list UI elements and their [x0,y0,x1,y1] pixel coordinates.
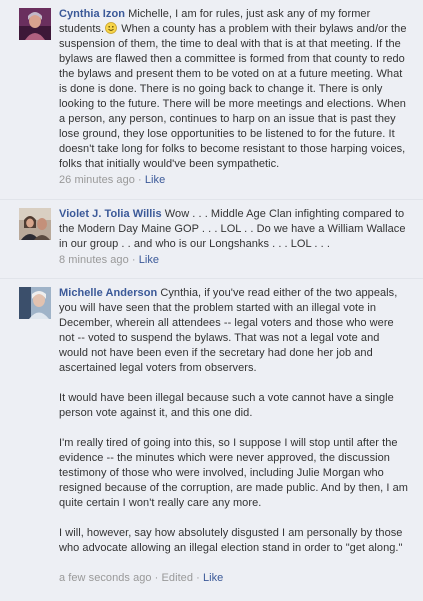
avatar[interactable] [19,208,51,240]
comment-text: Cynthia Izon Michelle, I am for rules, j… [59,8,410,170]
comment-text-part: When a county has a problem with their b… [59,23,410,170]
comment-author-link[interactable]: Michelle Anderson [59,287,157,299]
comment-meta: a few seconds ago · Edited · Like [59,571,411,586]
edited-label[interactable]: Edited [162,572,194,584]
like-link[interactable]: Like [203,572,223,584]
meta-separator: · [151,572,162,584]
comment-timestamp[interactable]: 26 minutes ago [59,174,135,186]
like-link[interactable]: Like [145,174,165,186]
comment-paragraph: Michelle Anderson Cynthia, if you've rea… [59,286,411,376]
profile-photo-icon [19,287,51,319]
avatar[interactable] [19,8,51,40]
comment-item: Michelle Anderson Cynthia, if you've rea… [0,279,423,601]
profile-photo-icon [19,208,51,240]
like-link[interactable]: Like [139,254,159,266]
meta-separator: · [134,174,145,186]
comment-thread: Cynthia Izon Michelle, I am for rules, j… [0,0,423,601]
comment-author-link[interactable]: Violet J. Tolia Willis [59,208,162,220]
comment-timestamp[interactable]: a few seconds ago [59,572,152,584]
comment-body: Violet J. Tolia Willis Wow . . . Middle … [59,207,411,268]
comment-text-part: Cynthia, if you've read either of the tw… [59,287,401,374]
comment-meta: 26 minutes ago · Like [59,173,411,188]
avatar[interactable] [19,287,51,319]
comment-author-link[interactable]: Cynthia Izon [59,8,125,20]
profile-photo-icon [19,8,51,40]
smiley-emoji-icon [105,22,117,34]
comment-item: Cynthia Izon Michelle, I am for rules, j… [0,0,423,200]
comment-timestamp[interactable]: 8 minutes ago [59,254,129,266]
comment-paragraph: It would have been illegal because such … [59,392,397,419]
comment-paragraph: I will, however, say how absolutely disg… [59,527,406,554]
meta-separator: · [193,572,203,584]
comment-text: Violet J. Tolia Willis Wow . . . Middle … [59,208,409,250]
comment-item: Violet J. Tolia Willis Wow . . . Middle … [0,200,423,279]
comment-meta: 8 minutes ago · Like [59,253,411,268]
comment-body: Cynthia Izon Michelle, I am for rules, j… [59,7,411,188]
meta-separator: · [128,254,139,266]
comment-paragraph: I'm really tired of going into this, so … [59,437,412,509]
comment-body: Michelle Anderson Cynthia, if you've rea… [59,286,411,586]
